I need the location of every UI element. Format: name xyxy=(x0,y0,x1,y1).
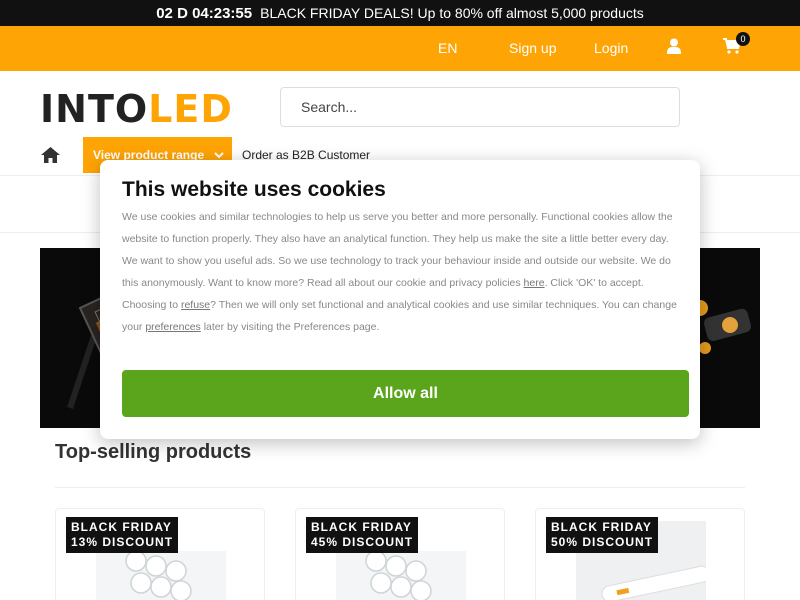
refuse-link[interactable]: refuse xyxy=(181,299,210,311)
countdown-timer: 02 D 04:23:55 xyxy=(156,4,253,22)
top-nav: EN Sign up Login 0 xyxy=(0,26,800,71)
user-icon[interactable] xyxy=(667,38,681,57)
discount-badge: BLACK FRIDAY 45% DISCOUNT xyxy=(306,517,419,553)
badge-line-1: BLACK FRIDAY xyxy=(71,520,172,534)
divider xyxy=(55,487,745,488)
cookie-description: We use cookies and similar technologies … xyxy=(122,206,684,338)
search-input[interactable] xyxy=(280,87,680,127)
discount-badge: BLACK FRIDAY 50% DISCOUNT xyxy=(546,517,659,553)
logo-text-led: LED xyxy=(148,87,233,131)
badge-line-1: BLACK FRIDAY xyxy=(311,520,412,534)
product-card[interactable]: BLACK FRIDAY 45% DISCOUNT xyxy=(295,508,505,600)
discount-badge: BLACK FRIDAY 13% DISCOUNT xyxy=(66,517,179,553)
site-logo[interactable]: INTOLED xyxy=(40,90,233,128)
cookie-title: This website uses cookies xyxy=(122,178,386,201)
product-card[interactable]: BLACK FRIDAY 13% DISCOUNT xyxy=(55,508,265,600)
product-card[interactable]: BLACK FRIDAY 50% DISCOUNT xyxy=(535,508,745,600)
promo-text[interactable]: BLACK FRIDAY DEALS! Up to 80% off almost… xyxy=(260,5,644,21)
badge-line-2: 13% DISCOUNT xyxy=(71,535,174,549)
badge-line-2: 45% DISCOUNT xyxy=(311,535,414,549)
cookie-text: later by visiting the Preferences page. xyxy=(200,321,380,333)
section-title: Top-selling products xyxy=(55,441,252,463)
cookie-consent-modal: This website uses cookies We use cookies… xyxy=(100,160,700,439)
signup-link[interactable]: Sign up xyxy=(509,40,556,56)
badge-line-1: BLACK FRIDAY xyxy=(551,520,652,534)
login-link[interactable]: Login xyxy=(594,40,628,56)
preferences-link[interactable]: preferences xyxy=(145,321,200,333)
cart-count-badge: 0 xyxy=(736,32,750,46)
cookie-policy-link[interactable]: here xyxy=(524,277,545,289)
allow-all-button[interactable]: Allow all xyxy=(122,370,689,417)
badge-line-2: 50% DISCOUNT xyxy=(551,535,654,549)
logo-text-into: INTO xyxy=(40,87,149,131)
language-selector[interactable]: EN xyxy=(438,40,457,56)
promo-bar: 02 D 04:23:55 BLACK FRIDAY DEALS! Up to … xyxy=(0,0,800,26)
home-icon[interactable] xyxy=(41,147,60,168)
